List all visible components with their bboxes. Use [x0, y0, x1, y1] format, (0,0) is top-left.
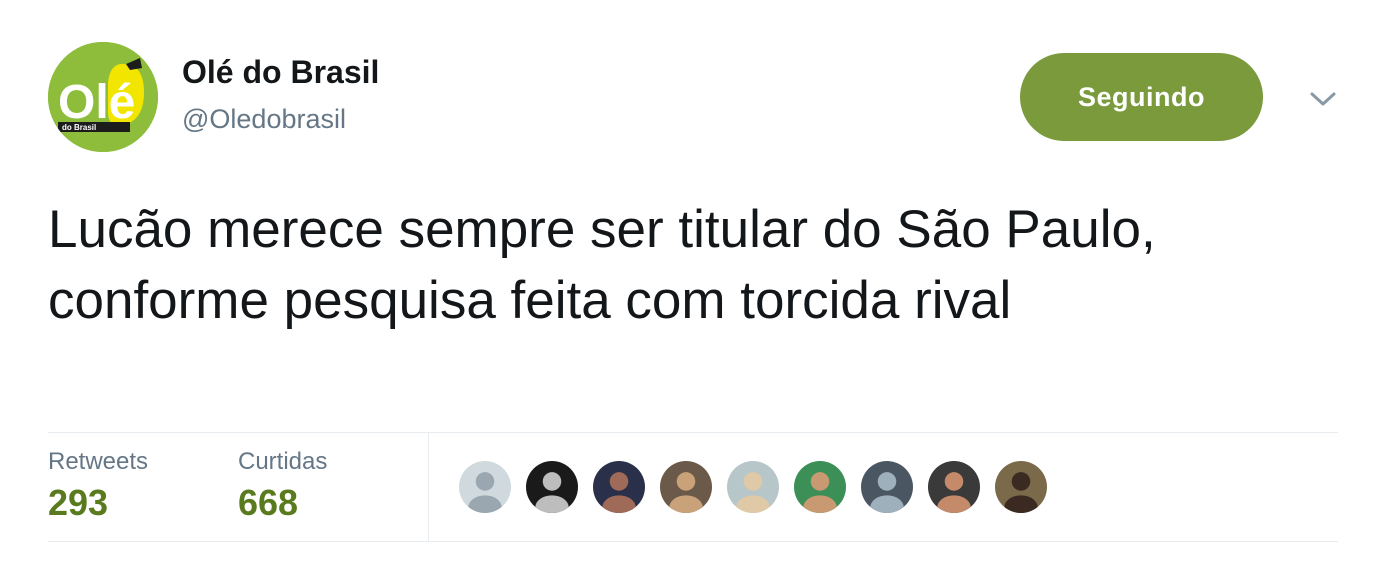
ole-logo-icon: Olé do Brasil: [48, 42, 158, 152]
stats-divider-bottom: [48, 541, 1338, 542]
user-photo-icon: [660, 461, 712, 513]
liker-avatar[interactable]: [859, 459, 915, 515]
likes-count: 668: [238, 482, 299, 523]
user-handle[interactable]: @Oledobrasil: [182, 104, 346, 135]
profile-avatar[interactable]: Olé do Brasil: [48, 42, 158, 152]
tweet-text: Lucão merece sempre ser titular do São P…: [48, 200, 1156, 330]
user-photo-icon: [928, 461, 980, 513]
stats-divider-vertical: [428, 432, 429, 542]
liker-avatars: [457, 459, 1049, 515]
stats-divider-top: [48, 432, 1338, 433]
retweets-count: 293: [48, 482, 109, 523]
liker-avatar[interactable]: [457, 459, 513, 515]
retweets-stat[interactable]: Retweets 293: [48, 448, 148, 524]
liker-avatar[interactable]: [524, 459, 580, 515]
user-photo-icon: [995, 461, 1047, 513]
user-photo-icon: [593, 461, 645, 513]
liker-avatar[interactable]: [993, 459, 1049, 515]
liker-avatar[interactable]: [725, 459, 781, 515]
likes-stat[interactable]: Curtidas 668: [238, 448, 327, 524]
user-photo-icon: [727, 461, 779, 513]
following-button[interactable]: Seguindo: [1020, 53, 1263, 141]
likes-label: Curtidas: [238, 448, 328, 475]
retweets-label: Retweets: [48, 448, 149, 475]
liker-avatar[interactable]: [658, 459, 714, 515]
user-photo-icon: [794, 461, 846, 513]
logo-text: Olé: [58, 76, 135, 129]
display-name[interactable]: Olé do Brasil: [182, 54, 379, 91]
user-photo-icon: [526, 461, 578, 513]
liker-avatar[interactable]: [926, 459, 982, 515]
logo-subtext: do Brasil: [62, 123, 96, 132]
default-avatar-icon: [459, 461, 511, 513]
liker-avatar[interactable]: [792, 459, 848, 515]
liker-avatar[interactable]: [591, 459, 647, 515]
chevron-down-icon[interactable]: [1306, 84, 1340, 114]
user-photo-icon: [861, 461, 913, 513]
